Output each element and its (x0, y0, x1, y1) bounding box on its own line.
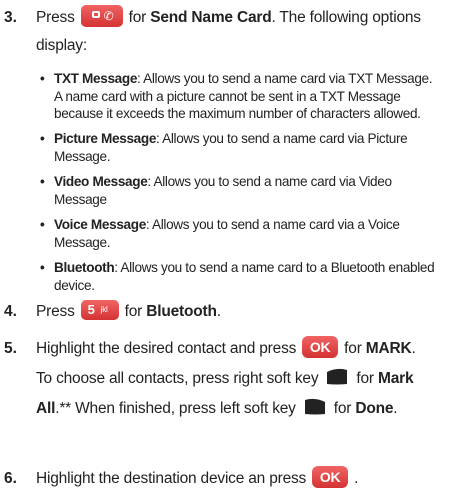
step-text: Highlight the desired contact and press (36, 340, 297, 357)
bullet-dot: • (40, 174, 45, 189)
five-jkl-key-icon: 5 jkl (80, 299, 119, 320)
bullet-text: because it exceeds the maximum number of… (54, 106, 421, 121)
step-text: To choose all contacts, press right soft… (36, 370, 319, 387)
bullet-title: Voice Message (54, 217, 146, 232)
step-text: . (411, 340, 416, 357)
key-label: OK (309, 338, 331, 355)
ok-key-icon: OK (312, 465, 349, 488)
step-text: . (354, 470, 359, 487)
step-text: for (344, 340, 362, 357)
step-emphasis: Mark (378, 370, 414, 387)
step-number: 5. (4, 340, 17, 357)
step-emphasis: Bluetooth (146, 303, 217, 320)
step-text: for (356, 370, 374, 387)
step-number: 6. (4, 470, 17, 487)
step-text: . (393, 400, 398, 417)
bullet-text: : Allows you to send a name card via TXT… (137, 71, 433, 86)
step-5-line-3: All.** When finished, press left soft ke… (36, 395, 398, 423)
bullet-text: A name card with a picture cannot be sen… (54, 88, 401, 104)
ok-key-icon: OK (302, 335, 339, 358)
key-label: 5 (87, 301, 96, 317)
step-number: 3. (4, 9, 17, 26)
step-text: for (333, 400, 352, 417)
bullet-dot: • (40, 217, 45, 232)
left-soft-key-icon (302, 396, 328, 418)
bullet-dot: • (40, 260, 45, 275)
step-emphasis: Done (355, 400, 394, 417)
phone-glyph: ✆ (103, 8, 114, 23)
bullet-text: Message. (54, 148, 111, 164)
step-text: Press (36, 303, 75, 320)
step-number: 4. (4, 303, 17, 320)
bullet-text: : Allows you to send a name card via Vid… (147, 174, 392, 189)
step-text: . The following options (271, 9, 421, 26)
bullet-text: Message. (54, 234, 111, 250)
bullet-text: : Allows you to send a name card to a Bl… (114, 260, 435, 275)
step-emphasis: Send Name Card (150, 9, 272, 26)
step-text: .** When finished, press left soft key (55, 400, 296, 417)
step-text: for (124, 303, 143, 320)
manual-page: 3. Press ✆ for Send Name Card. The followi… (0, 0, 474, 504)
step-4-line-1: Press 5 jkl for Bluetooth. (36, 298, 221, 326)
bullet-text: Message (54, 191, 107, 207)
bullet-text: : Allows you to send a name card via a V… (145, 217, 400, 232)
step-6-line-1: Highlight the destination device an pres… (36, 465, 358, 493)
step-emphasis: All (36, 400, 56, 417)
step-text: . (216, 303, 221, 320)
bullet-dot: • (40, 71, 45, 86)
send-key-icon: ✆ (80, 4, 123, 27)
step-5-line-1: Highlight the desired contact and press O… (36, 335, 416, 363)
step-5-line-2: To choose all contacts, press right soft… (36, 365, 414, 393)
bullet-text: : Allows you to send a name card via Pic… (156, 131, 408, 146)
step-text: Highlight the destination device an pres… (36, 470, 307, 487)
step-emphasis: MARK (365, 340, 412, 357)
step-text: Press (36, 9, 75, 26)
step-3-line-2: display: (36, 37, 87, 54)
right-soft-key-icon (324, 366, 350, 388)
bullet-title: Video Message (54, 174, 148, 189)
step-3-line-1: Press ✆ for Send Name Card. The following … (36, 4, 421, 32)
bullet-text: device. (54, 277, 95, 293)
bullet-dot: • (40, 131, 45, 146)
step-text: for (128, 9, 147, 26)
key-label: OK (319, 468, 341, 485)
bullet-title: Bluetooth (54, 260, 115, 275)
key-sub-label: jkl (100, 304, 108, 314)
bullet-title: Picture Message (54, 131, 157, 146)
bullet-title: TXT Message (54, 71, 138, 86)
